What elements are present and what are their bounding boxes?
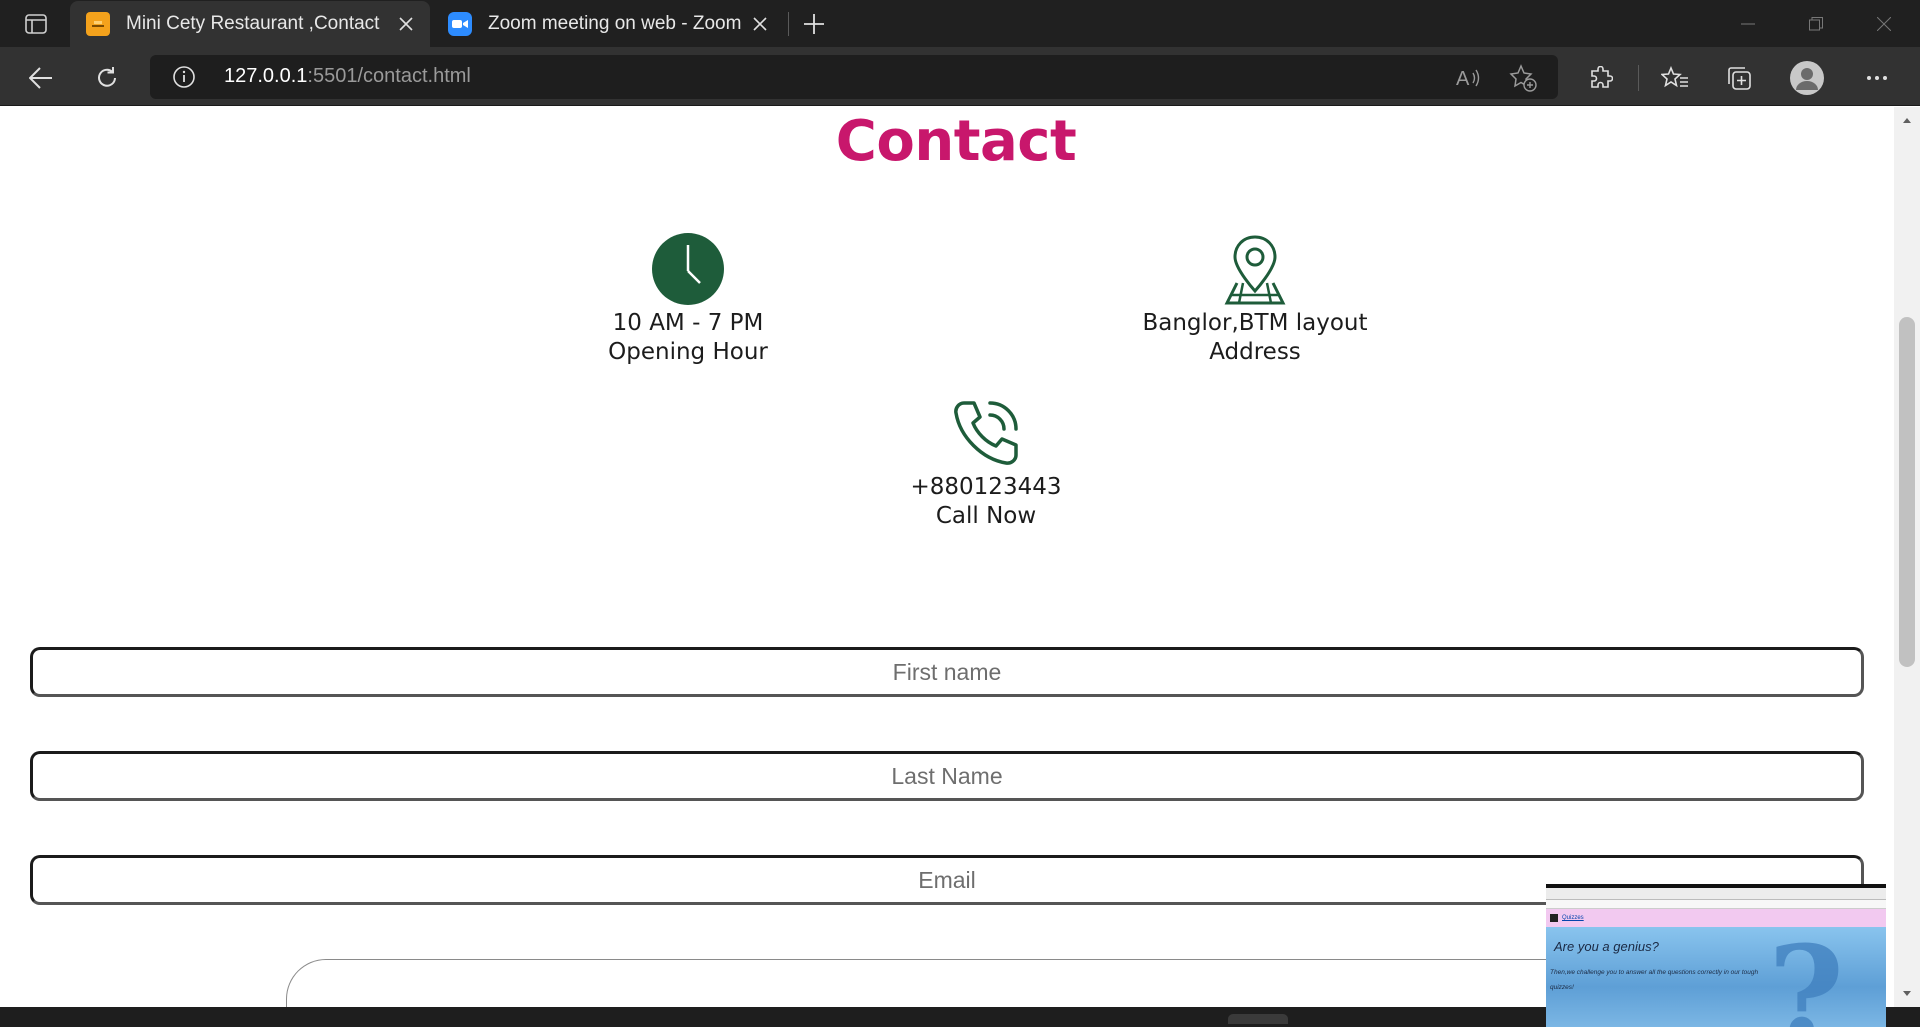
question-mark-icon: ? bbox=[1768, 917, 1845, 1027]
phone-number: +880123443 bbox=[910, 474, 1062, 500]
phone-block[interactable]: +880123443 Call Now bbox=[806, 397, 1166, 531]
pip-nav-link: Quizzes bbox=[1562, 915, 1584, 921]
minimize-icon[interactable] bbox=[1714, 0, 1782, 47]
refresh-icon[interactable] bbox=[88, 59, 126, 97]
tab-zoom[interactable]: Zoom meeting on web - Zoom bbox=[432, 1, 784, 47]
phone-icon[interactable] bbox=[950, 397, 1022, 469]
profile-avatar-icon[interactable] bbox=[1788, 59, 1826, 97]
read-aloud-icon[interactable]: A bbox=[1454, 63, 1484, 93]
address-block: Banglor,BTM layout Address bbox=[1075, 233, 1435, 367]
opening-hours-time: 10 AM - 7 PM bbox=[612, 310, 764, 336]
pip-preview-window[interactable]: Quizzes ? Are you a genius? Then,we chal… bbox=[1546, 884, 1886, 1027]
url-host: 127.0.0.1 bbox=[224, 65, 308, 87]
toolbar-divider bbox=[1638, 65, 1639, 91]
tab-title: Mini Cety Restaurant ,Contact bbox=[126, 13, 380, 34]
close-tab-icon[interactable] bbox=[390, 8, 422, 40]
add-favorite-icon[interactable] bbox=[1508, 63, 1538, 93]
pip-heading: Are you a genius? bbox=[1554, 939, 1659, 954]
collections-icon[interactable] bbox=[1720, 59, 1758, 97]
page-viewport: Contact 10 AM - 7 PM Opening Hour Banglo… bbox=[0, 107, 1894, 1007]
page-scrollbar[interactable] bbox=[1894, 107, 1920, 1007]
back-arrow-icon[interactable] bbox=[22, 59, 60, 97]
scroll-down-arrow-icon[interactable] bbox=[1902, 989, 1912, 999]
tab-title: Zoom meeting on web - Zoom bbox=[488, 13, 742, 34]
close-tab-icon[interactable] bbox=[744, 8, 776, 40]
favorites-icon[interactable] bbox=[1656, 59, 1694, 97]
address-text: Banglor,BTM layout bbox=[1142, 310, 1368, 336]
browser-toolbar: 127.0.0.1:5501/contact.html A bbox=[0, 47, 1920, 106]
restore-icon[interactable] bbox=[1782, 0, 1850, 47]
zoom-favicon-icon bbox=[448, 12, 472, 36]
pip-browser-chrome bbox=[1546, 888, 1886, 900]
pip-hero: ? Are you a genius? Then,we challenge yo… bbox=[1546, 917, 1886, 1027]
close-window-icon[interactable] bbox=[1850, 0, 1918, 47]
opening-hours-block: 10 AM - 7 PM Opening Hour bbox=[508, 233, 868, 367]
url-path: :5501/contact.html bbox=[307, 65, 471, 87]
taskbar-indicator bbox=[1228, 1014, 1288, 1024]
tab-contact[interactable]: Mini Cety Restaurant ,Contact bbox=[70, 1, 430, 47]
address-label: Address bbox=[1209, 339, 1301, 365]
tab-bar: Mini Cety Restaurant ,Contact Zoom meeti… bbox=[0, 0, 1920, 47]
more-options-icon[interactable] bbox=[1858, 59, 1896, 97]
tab-actions-icon[interactable] bbox=[14, 11, 58, 37]
svg-text:A: A bbox=[1456, 68, 1470, 89]
message-textarea[interactable] bbox=[286, 959, 1686, 1007]
url-text[interactable]: 127.0.0.1:5501/contact.html bbox=[224, 65, 471, 88]
tab-separator bbox=[788, 12, 789, 36]
opening-hours-label: Opening Hour bbox=[608, 339, 768, 365]
pip-text: Then,we challenge you to answer all the … bbox=[1550, 969, 1759, 991]
first-name-input[interactable] bbox=[33, 650, 1861, 694]
map-pin-icon bbox=[1224, 235, 1286, 305]
scroll-up-arrow-icon[interactable] bbox=[1902, 115, 1912, 125]
restaurant-favicon-icon bbox=[86, 12, 110, 36]
last-name-field[interactable] bbox=[30, 751, 1864, 801]
address-bar[interactable]: 127.0.0.1:5501/contact.html A bbox=[150, 55, 1558, 99]
clock-icon bbox=[652, 233, 724, 305]
new-tab-plus-icon[interactable] bbox=[798, 8, 830, 40]
page-title: Contact bbox=[835, 109, 1077, 174]
pip-address-bar bbox=[1546, 900, 1886, 909]
site-info-icon[interactable] bbox=[172, 65, 196, 89]
first-name-field[interactable] bbox=[30, 647, 1864, 697]
extensions-puzzle-icon[interactable] bbox=[1582, 59, 1620, 97]
last-name-input[interactable] bbox=[33, 754, 1861, 798]
call-now-label: Call Now bbox=[935, 503, 1037, 529]
scrollbar-thumb[interactable] bbox=[1899, 317, 1915, 667]
pip-logo bbox=[1550, 914, 1558, 922]
